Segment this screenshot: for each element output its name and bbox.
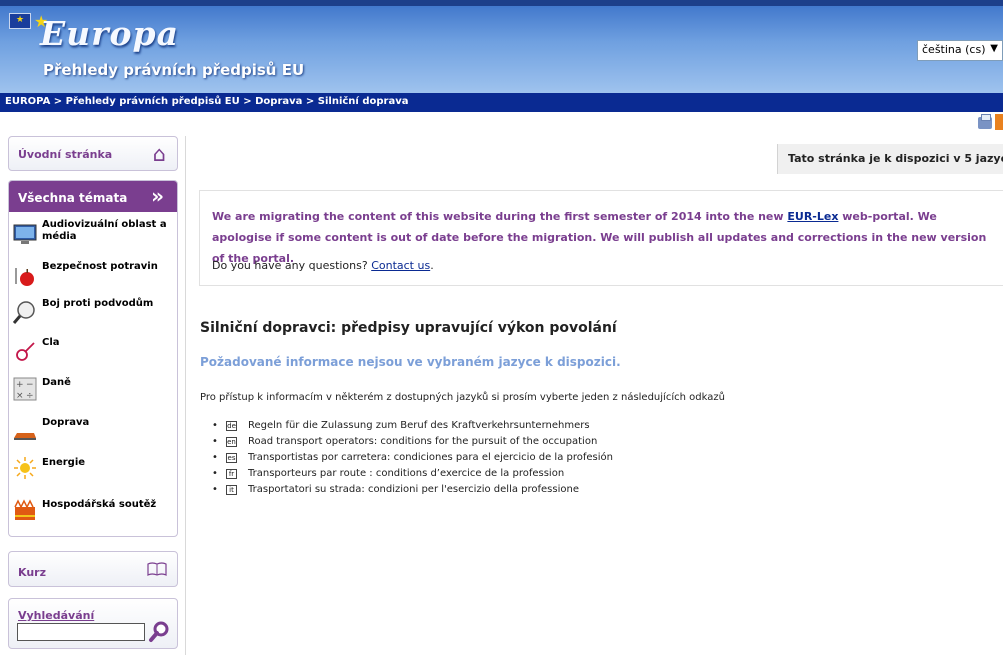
topic-label: Boj proti podvodům — [42, 298, 154, 309]
language-code-badge: en — [226, 437, 237, 447]
svg-text:×: × — [16, 391, 24, 401]
book-icon — [147, 562, 167, 576]
customs-icon — [16, 342, 35, 361]
topic-label: Cla — [42, 337, 60, 348]
competition-icon — [14, 499, 35, 520]
search-label[interactable]: Vyhledávání — [18, 609, 94, 622]
language-link[interactable]: Regeln für die Zulassung zum Beruf des K… — [248, 420, 590, 431]
topics-box: Všechna témata » Audiovizuální oblast a … — [8, 180, 178, 537]
eur-lex-link[interactable]: EUR-Lex — [787, 210, 838, 223]
notice-question: Do you have any questions? Contact us. — [212, 259, 434, 272]
apple-icon — [15, 268, 34, 286]
topic-label: Energie — [42, 457, 86, 468]
access-info: Pro přístup k informacím v některém z do… — [200, 392, 725, 403]
breadcrumb: EUROPA > Přehledy právních předpisů EU >… — [0, 93, 1003, 112]
topic-customs[interactable]: Cla — [9, 336, 177, 376]
search-icon[interactable] — [148, 619, 170, 643]
all-topics-header[interactable]: Všechna témata » — [9, 181, 177, 212]
europa-logo[interactable]: Europa — [40, 14, 179, 53]
course-link-box[interactable]: Kurz — [8, 551, 178, 587]
topic-label: Doprava — [42, 417, 90, 428]
search-input[interactable] — [17, 623, 145, 641]
topic-food-safety[interactable]: Bezpečnost potravin — [9, 256, 177, 296]
banner-top-line — [0, 0, 1003, 6]
breadcrumb-transport[interactable]: Doprava — [255, 96, 302, 107]
language-select[interactable]: čeština (cs) ▼ — [917, 40, 1003, 61]
language-link[interactable]: Road transport operators: conditions for… — [248, 436, 597, 447]
topic-transport[interactable]: Doprava — [9, 416, 177, 456]
topic-label: Hospodářská soutěž — [42, 499, 157, 510]
course-label: Kurz — [18, 566, 46, 579]
site-banner: ★ Europa Přehledy právních předpisů EU č… — [0, 0, 1003, 93]
double-chevron-right-icon: » — [151, 184, 164, 208]
language-code-badge: fr — [226, 469, 237, 479]
breadcrumb-europa[interactable]: EUROPA — [5, 96, 50, 107]
topic-label: Daně — [42, 377, 71, 388]
svg-text:−: − — [26, 380, 34, 390]
topic-taxes[interactable]: + − × ÷ Daně — [9, 376, 177, 416]
monitor-icon — [13, 224, 37, 244]
breadcrumb-current: Silniční doprava — [317, 96, 409, 107]
home-icon: ⌂ — [152, 142, 166, 166]
language-link[interactable]: Transportistas por carretera: condicione… — [248, 452, 613, 463]
language-select-value: čeština (cs) — [922, 43, 986, 56]
chevron-down-icon: ▼ — [990, 43, 998, 54]
availability-bar: Tato stránka je k dispozici v 5 jazycích — [777, 144, 1003, 174]
search-box: Vyhledávání — [8, 598, 178, 649]
print-icon[interactable] — [978, 114, 992, 129]
topic-audiovisual[interactable]: Audiovizuální oblast a média — [9, 216, 177, 256]
sun-icon — [14, 457, 36, 479]
all-topics-label: Všechna témata — [18, 191, 128, 205]
language-link[interactable]: Transporteurs par route : conditions d’e… — [248, 468, 564, 479]
language-code-badge: it — [226, 485, 237, 495]
svg-text:÷: ÷ — [26, 391, 34, 401]
page-title: Silniční dopravci: předpisy upravující v… — [200, 320, 617, 336]
not-available-message: Požadované informace nejsou ve vybraném … — [200, 355, 621, 369]
language-code-badge: de — [226, 421, 237, 431]
site-subtitle[interactable]: Přehledy právních předpisů EU — [43, 61, 304, 79]
home-link-box[interactable]: Úvodní stránka ⌂ — [8, 136, 178, 171]
sidebar-divider — [185, 136, 186, 655]
breadcrumb-summaries[interactable]: Přehledy právních předpisů EU — [66, 96, 240, 107]
svg-text:+: + — [16, 380, 24, 390]
calculator-icon: + − × ÷ — [13, 377, 37, 401]
language-link[interactable]: Trasportatori su strada: condizioni per … — [248, 484, 579, 495]
migration-notice: We are migrating the content of this web… — [199, 190, 1003, 286]
topic-label: Audiovizuální oblast a média — [42, 219, 167, 242]
topic-energy[interactable]: Energie — [9, 456, 177, 496]
topic-anti-fraud[interactable]: Boj proti podvodům — [9, 296, 177, 336]
eu-flag-icon — [9, 13, 31, 29]
contact-us-link[interactable]: Contact us — [371, 259, 430, 272]
train-icon — [14, 433, 36, 440]
magnifier-icon — [13, 301, 35, 324]
home-link-label: Úvodní stránka — [18, 148, 113, 161]
rss-icon[interactable] — [995, 114, 1003, 130]
topic-competition[interactable]: Hospodářská soutěž — [9, 496, 177, 536]
language-code-badge: es — [226, 453, 237, 463]
topic-label: Bezpečnost potravin — [42, 261, 158, 272]
